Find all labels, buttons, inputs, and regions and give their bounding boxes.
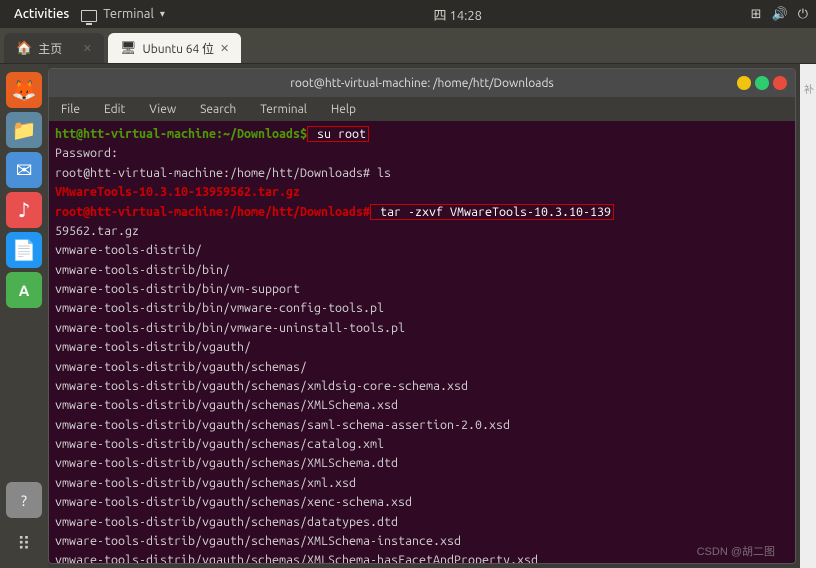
minimize-button[interactable]: — [737, 76, 751, 90]
terminal-line-11: vmware-tools-distrib/bin/vmware-uninstal… [55, 319, 789, 338]
line-3-text: root@htt-virtual-machine:/home/htt/Downl… [55, 166, 391, 180]
terminal-line-4: VMwareTools-10.3.10-13959562.tar.gz [55, 183, 789, 202]
prompt-1: htt@htt-virtual-machine:~/Downloads$ [55, 127, 307, 141]
terminal-content[interactable]: htt@htt-virtual-machine:~/Downloads$ su … [49, 121, 795, 563]
right-strip-text: 补 [801, 84, 816, 94]
ubuntu-icon: 🖥 [120, 41, 137, 56]
terminal-line-19: vmware-tools-distrib/vgauth/schemas/xml.… [55, 474, 789, 493]
tabs-bar: 🏠 主页 ✕ 🖥 Ubuntu 64 位 ✕ [0, 28, 816, 64]
menu-file[interactable]: File [57, 101, 84, 118]
line-4-text: VMwareTools-10.3.10-13959562.tar.gz [55, 185, 300, 199]
maximize-button[interactable]: □ [755, 76, 769, 90]
menu-view[interactable]: View [145, 101, 180, 118]
tab-home-close[interactable]: ✕ [83, 42, 92, 55]
terminal-line-14: vmware-tools-distrib/vgauth/schemas/xmld… [55, 377, 789, 396]
terminal-line-17: vmware-tools-distrib/vgauth/schemas/cata… [55, 435, 789, 454]
terminal-line-8: vmware-tools-distrib/bin/ [55, 261, 789, 280]
system-bar-left: Activities Terminal ▾ [8, 5, 165, 23]
watermark: CSDN @胡二图 [697, 543, 775, 559]
terminal-menu-label[interactable]: Terminal [103, 7, 154, 21]
sidebar-icon-doc[interactable]: 📄 [6, 232, 42, 268]
sidebar-icon-calc[interactable]: A [6, 272, 42, 308]
power-icon[interactable]: ⏻ [798, 7, 808, 22]
tab-home[interactable]: 🏠 主页 ✕ [4, 33, 104, 63]
system-bar-center: 四 14:28 [434, 5, 483, 24]
terminal-line-9: vmware-tools-distrib/bin/vm-support [55, 280, 789, 299]
tab-ubuntu-close[interactable]: ✕ [220, 42, 229, 55]
terminal-line-16: vmware-tools-distrib/vgauth/schemas/saml… [55, 416, 789, 435]
sidebar-icon-firefox[interactable]: 🦊 [6, 72, 42, 108]
system-bar-right: ⊞ 🔊 ⏻ [751, 7, 808, 22]
datetime-display: 四 14:28 [434, 5, 483, 24]
terminal-line-2: Password: [55, 144, 789, 163]
menu-search[interactable]: Search [196, 101, 240, 118]
terminal-window: root@htt-virtual-machine: /home/htt/Down… [48, 68, 796, 564]
terminal-icon [81, 10, 97, 22]
terminal-line-12: vmware-tools-distrib/vgauth/ [55, 338, 789, 357]
terminal-titlebar: root@htt-virtual-machine: /home/htt/Down… [49, 69, 795, 97]
activities-button[interactable]: Activities [8, 5, 75, 23]
sidebar-icon-info[interactable]: ? [6, 482, 42, 518]
terminal-line-15: vmware-tools-distrib/vgauth/schemas/XMLS… [55, 396, 789, 415]
sidebar-icon-rhythmbox[interactable]: ♪ [6, 192, 42, 228]
terminal-line-13: vmware-tools-distrib/vgauth/schemas/ [55, 358, 789, 377]
sidebar-icon-files[interactable]: 📁 [6, 112, 42, 148]
terminal-line-23: vmware-tools-distrib/vgauth/schemas/XMLS… [55, 551, 789, 563]
menu-edit[interactable]: Edit [100, 101, 129, 118]
main-layout: 🦊 📁 ✉ ♪ 📄 A ? ⠿ root@htt-virtual-machine… [0, 64, 816, 568]
prompt-root-1: root@htt-virtual-machine:/home/htt/Downl… [55, 205, 370, 219]
sidebar-icon-mail[interactable]: ✉ [6, 152, 42, 188]
home-icon: 🏠 [16, 41, 32, 56]
terminal-line-5: root@htt-virtual-machine:/home/htt/Downl… [55, 203, 789, 222]
cmd-box-1: su root [307, 126, 369, 142]
terminal-line-7: vmware-tools-distrib/ [55, 241, 789, 260]
tab-ubuntu[interactable]: 🖥 Ubuntu 64 位 ✕ [108, 33, 241, 63]
sidebar: 🦊 📁 ✉ ♪ 📄 A ? ⠿ [0, 64, 48, 568]
network-icon: ⊞ [751, 7, 762, 22]
line-2-text: Password: [55, 146, 118, 160]
terminal-line-20: vmware-tools-distrib/vgauth/schemas/xenc… [55, 493, 789, 512]
system-bar: Activities Terminal ▾ 四 14:28 ⊞ 🔊 ⏻ [0, 0, 816, 28]
tab-ubuntu-label: Ubuntu 64 位 [143, 40, 215, 57]
terminal-line-3: root@htt-virtual-machine:/home/htt/Downl… [55, 164, 789, 183]
right-strip: 补 [800, 64, 816, 568]
menu-help[interactable]: Help [327, 101, 360, 118]
close-button[interactable]: ✕ [773, 76, 787, 90]
terminal-line-6: 59562.tar.gz [55, 222, 789, 241]
terminal-line-18: vmware-tools-distrib/vgauth/schemas/XMLS… [55, 454, 789, 473]
line-6-text: 59562.tar.gz [55, 224, 139, 238]
terminal-line-22: vmware-tools-distrib/vgauth/schemas/XMLS… [55, 532, 789, 551]
terminal-line-1: htt@htt-virtual-machine:~/Downloads$ su … [55, 125, 789, 144]
cmd-box-2: tar -zxvf VMwareTools-10.3.10-139 [370, 204, 614, 220]
tab-home-label: 主页 [38, 40, 62, 57]
window-controls: — □ ✕ [737, 76, 787, 90]
menu-terminal[interactable]: Terminal [256, 101, 311, 118]
terminal-line-21: vmware-tools-distrib/vgauth/schemas/data… [55, 513, 789, 532]
terminal-line-10: vmware-tools-distrib/bin/vmware-config-t… [55, 299, 789, 318]
terminal-menubar: File Edit View Search Terminal Help [49, 97, 795, 121]
terminal-menu-arrow: ▾ [160, 8, 165, 20]
sound-icon[interactable]: 🔊 [772, 7, 788, 22]
sidebar-icon-apps[interactable]: ⠿ [6, 526, 42, 562]
terminal-title: root@htt-virtual-machine: /home/htt/Down… [107, 77, 737, 90]
